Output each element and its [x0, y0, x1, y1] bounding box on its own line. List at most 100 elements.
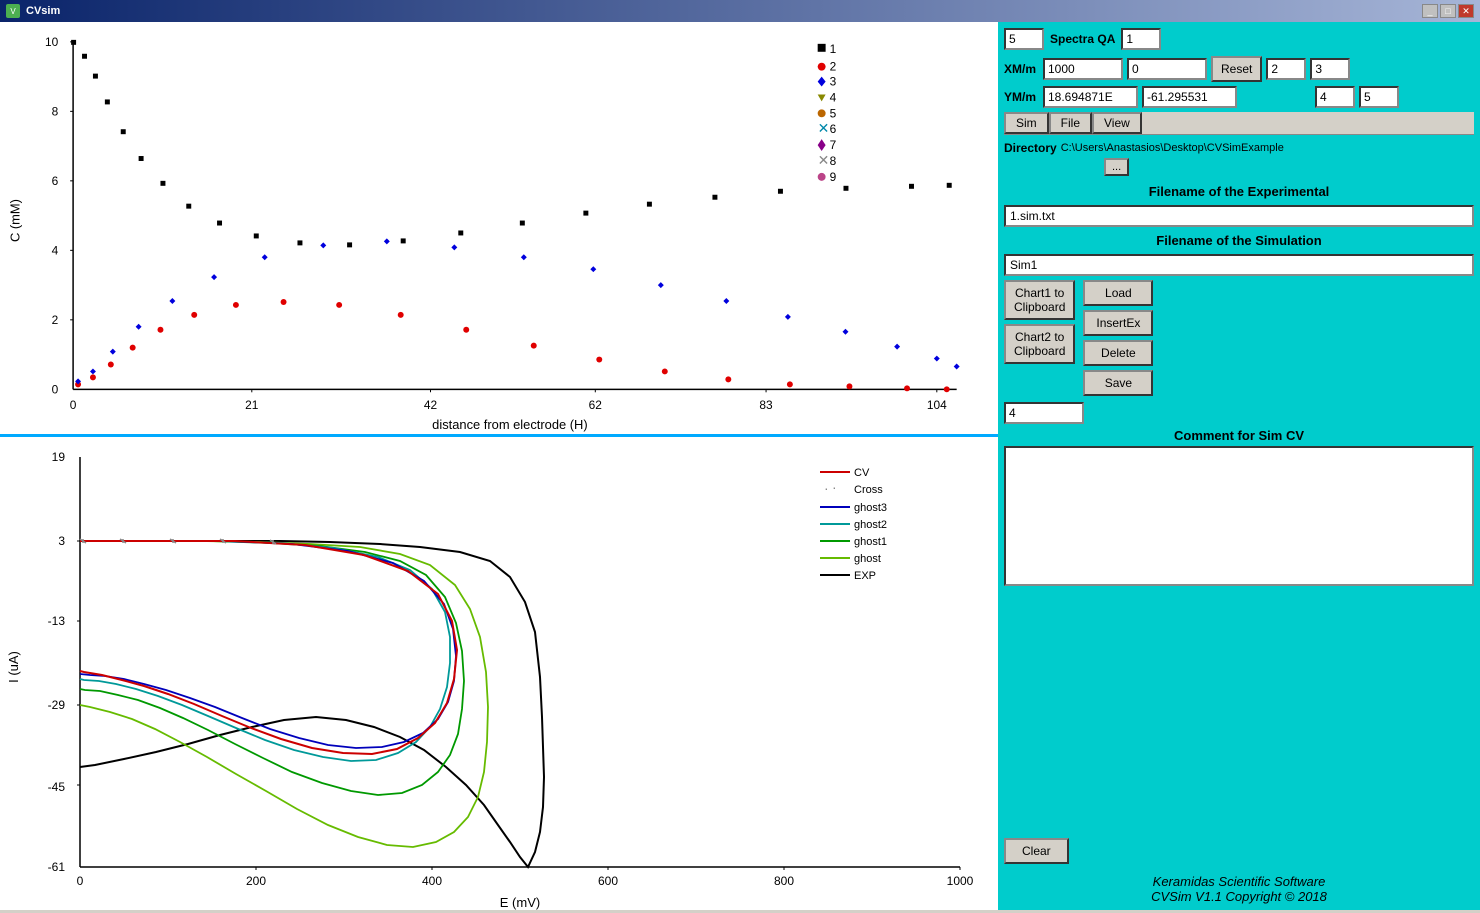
svg-text:·: · [824, 480, 829, 496]
reset-button[interactable]: Reset [1211, 56, 1262, 82]
clear-button[interactable]: Clear [1004, 838, 1069, 864]
footer: Keramidas Scientific Software CVSim V1.1… [1004, 868, 1474, 904]
svg-text:I (uA): I (uA) [6, 651, 21, 683]
comment-section: Comment for Sim CV [1004, 428, 1474, 830]
menu-file[interactable]: File [1049, 112, 1092, 134]
chart-top-svg: 10 8 6 4 2 0 0 21 [0, 22, 998, 434]
app-title: CVsim [26, 5, 60, 17]
ym-label: YM/m [1004, 90, 1039, 104]
exp-filename-input[interactable] [1004, 205, 1474, 227]
top-controls-row: Spectra QA [1004, 28, 1474, 50]
num-3-input[interactable] [1310, 58, 1350, 80]
xm-value1-input[interactable] [1043, 58, 1123, 80]
svg-text:distance from electrode (H): distance from electrode (H) [432, 417, 587, 432]
svg-text:600: 600 [598, 874, 618, 888]
actions-row: Chart1 toClipboard Chart2 toClipboard Lo… [1004, 280, 1474, 396]
chart2-clipboard-button[interactable]: Chart2 toClipboard [1004, 324, 1075, 364]
close-button[interactable]: ✕ [1458, 4, 1474, 18]
delete-button[interactable]: Delete [1083, 340, 1153, 366]
insertex-button[interactable]: InsertEx [1083, 310, 1153, 336]
svg-text:3: 3 [58, 534, 65, 548]
svg-text:6: 6 [830, 122, 837, 136]
svg-text:62: 62 [589, 398, 603, 412]
svg-text:0: 0 [70, 398, 77, 412]
xm-label: XM/m [1004, 62, 1039, 76]
spectra-number-input[interactable] [1004, 28, 1044, 50]
svg-text:C (mM): C (mM) [7, 199, 22, 242]
chart-bottom-svg: 19 3 -13 -29 -45 -61 0 200 400 600 [0, 437, 998, 910]
num-2-input[interactable] [1266, 58, 1306, 80]
save-button[interactable]: Save [1083, 370, 1153, 396]
comment-label: Comment for Sim CV [1004, 428, 1474, 443]
svg-text:400: 400 [422, 874, 442, 888]
app-icon: V [6, 4, 20, 18]
svg-text:21: 21 [245, 398, 259, 412]
comment-textarea[interactable] [1004, 446, 1474, 586]
ym-value1-input[interactable] [1043, 86, 1138, 108]
title-bar: V CVsim _ □ ✕ [0, 0, 1480, 22]
svg-text:6: 6 [52, 174, 59, 188]
directory-label: Directory [1004, 141, 1057, 155]
menu-sim[interactable]: Sim [1004, 112, 1049, 134]
svg-text:200: 200 [246, 874, 266, 888]
right-panel: Spectra QA XM/m Reset YM/m Sim File View [998, 22, 1480, 910]
svg-text:ghost2: ghost2 [854, 519, 887, 531]
svg-text:2: 2 [52, 313, 59, 327]
svg-text:0: 0 [77, 874, 84, 888]
svg-text:1000: 1000 [947, 874, 974, 888]
svg-text:1: 1 [830, 42, 837, 56]
svg-text:✕: ✕ [818, 152, 830, 168]
sim-number-input[interactable] [1004, 402, 1084, 424]
svg-text:E (mV): E (mV) [500, 895, 540, 910]
svg-text:9: 9 [830, 170, 837, 184]
num-4-input[interactable] [1315, 86, 1355, 108]
svg-text:7: 7 [830, 138, 837, 152]
svg-text:5: 5 [830, 106, 837, 120]
svg-text:-13: -13 [48, 614, 66, 628]
load-button[interactable]: Load [1083, 280, 1153, 306]
menu-bar: Sim File View [1004, 112, 1474, 135]
svg-text:ghost3: ghost3 [854, 502, 887, 514]
ym-value2-input[interactable] [1142, 86, 1237, 108]
maximize-button[interactable]: □ [1440, 4, 1456, 18]
sim-filename-input[interactable] [1004, 254, 1474, 276]
svg-text:4: 4 [52, 243, 59, 257]
svg-text:42: 42 [424, 398, 438, 412]
browse-button[interactable]: ... [1104, 158, 1129, 176]
svg-text:19: 19 [52, 450, 66, 464]
svg-text:-29: -29 [48, 698, 66, 712]
directory-value: C:\Users\Anastasios\Desktop\CVSimExample [1061, 142, 1284, 154]
footer-line1: Keramidas Scientific Software [1004, 874, 1474, 889]
svg-text:4: 4 [830, 90, 837, 104]
svg-text:✕: ✕ [818, 120, 830, 136]
footer-line2: CVSim V1.1 Copyright © 2018 [1004, 889, 1474, 904]
chart-top: 10 8 6 4 2 0 0 21 [0, 22, 998, 437]
xm-row: XM/m Reset [1004, 56, 1474, 82]
svg-text:2: 2 [830, 60, 837, 74]
svg-text:Cross: Cross [854, 484, 883, 496]
charts-panel: 10 8 6 4 2 0 0 21 [0, 22, 998, 910]
sim-filename-header: Filename of the Simulation [1004, 231, 1474, 250]
svg-text:0: 0 [52, 382, 59, 396]
svg-text:ghost1: ghost1 [854, 536, 887, 548]
svg-text:800: 800 [774, 874, 794, 888]
minimize-button[interactable]: _ [1422, 4, 1438, 18]
spectra-qa-input[interactable] [1121, 28, 1161, 50]
num-5-input[interactable] [1359, 86, 1399, 108]
svg-text:·: · [832, 479, 837, 495]
svg-text:-45: -45 [48, 780, 66, 794]
spectra-qa-label: Spectra QA [1050, 32, 1115, 46]
menu-view[interactable]: View [1092, 112, 1142, 134]
chart1-clipboard-button[interactable]: Chart1 toClipboard [1004, 280, 1075, 320]
ym-row: YM/m [1004, 86, 1474, 108]
svg-text:8: 8 [830, 154, 837, 168]
xm-value2-input[interactable] [1127, 58, 1207, 80]
svg-text:10: 10 [45, 35, 59, 49]
svg-text:ghost: ghost [854, 553, 881, 565]
chart-bottom: 19 3 -13 -29 -45 -61 0 200 400 600 [0, 437, 998, 910]
svg-text:83: 83 [759, 398, 773, 412]
directory-section: Directory C:\Users\Anastasios\Desktop\CV… [1004, 139, 1474, 178]
svg-text:8: 8 [52, 104, 59, 118]
main-container: 10 8 6 4 2 0 0 21 [0, 22, 1480, 910]
svg-text:CV: CV [854, 467, 870, 479]
